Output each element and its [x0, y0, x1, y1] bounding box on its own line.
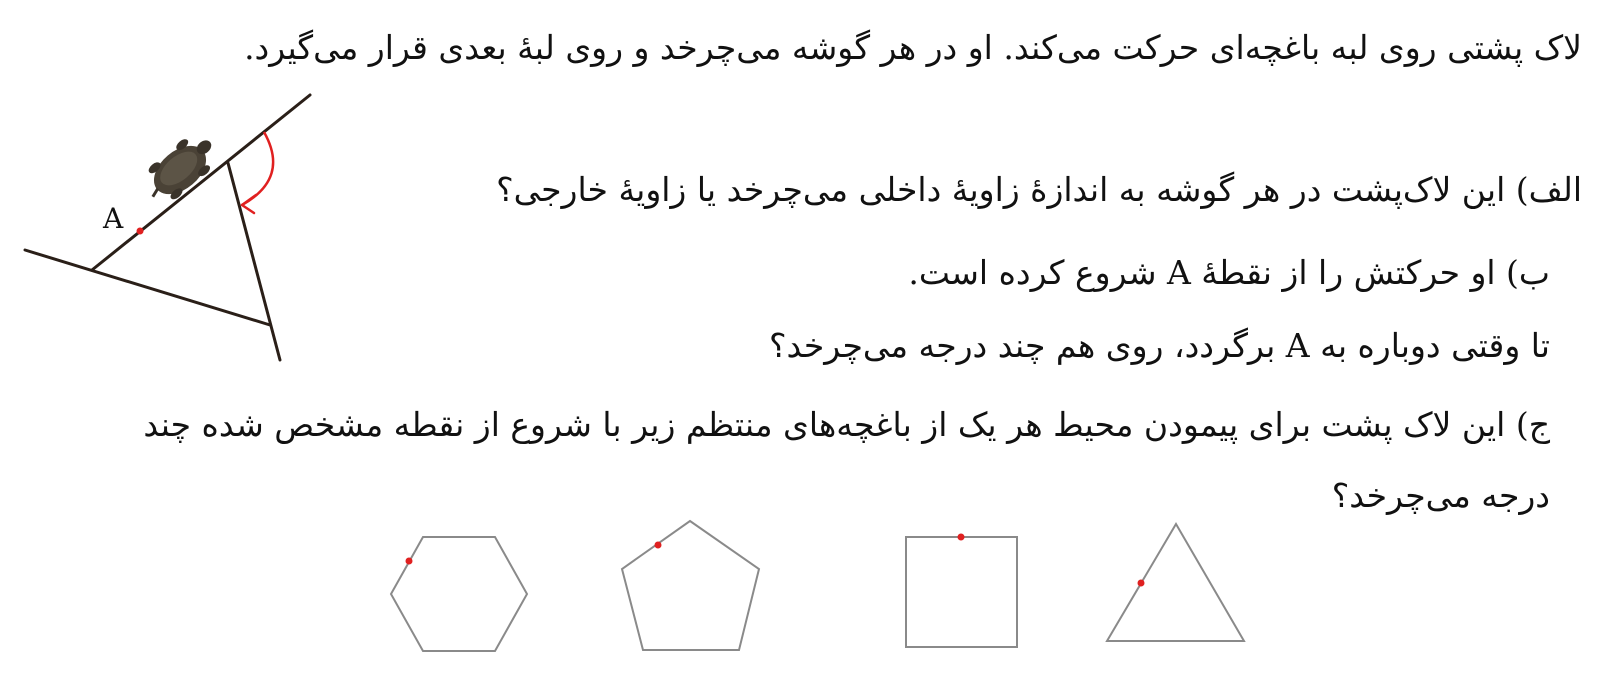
intro-text: لاک پشتی روی لبه باغچه‌ای حرکت می‌کند. ا… — [244, 28, 1582, 67]
turn-arrowhead — [240, 193, 258, 215]
question-be-line2: تا وقتی دوباره به A برگردد، روی هم چند د… — [769, 326, 1550, 365]
question-jim-line2: درجه می‌چرخد؟ — [1331, 476, 1550, 515]
pentagon-start-marker — [654, 541, 662, 549]
square-garden — [905, 536, 1018, 648]
triangle-garden — [1105, 522, 1246, 642]
triangle-start-marker — [1137, 579, 1145, 587]
hexagon-garden — [389, 536, 529, 652]
question-alef: الف) این لاک‌پشت در هر گوشه به اندازهٔ ز… — [496, 170, 1582, 209]
garden-edge-top — [90, 93, 312, 272]
question-be-line1: ب) او حرکتش را از نقطهٔ A شروع کرده است. — [908, 253, 1550, 292]
question-jim-line1: ج) این لاک پشت برای پیمودن محیط هر یک از… — [143, 405, 1550, 444]
point-a-label: A — [102, 202, 124, 235]
garden-edge-bottom — [23, 248, 272, 327]
garden-edge-right — [226, 161, 282, 362]
turn-arrow — [241, 131, 275, 207]
square-start-marker — [957, 533, 965, 541]
garden-figure: A — [23, 93, 312, 362]
point-a-marker — [136, 227, 144, 235]
hexagon-start-marker — [405, 557, 413, 565]
pentagon-garden — [620, 519, 761, 651]
